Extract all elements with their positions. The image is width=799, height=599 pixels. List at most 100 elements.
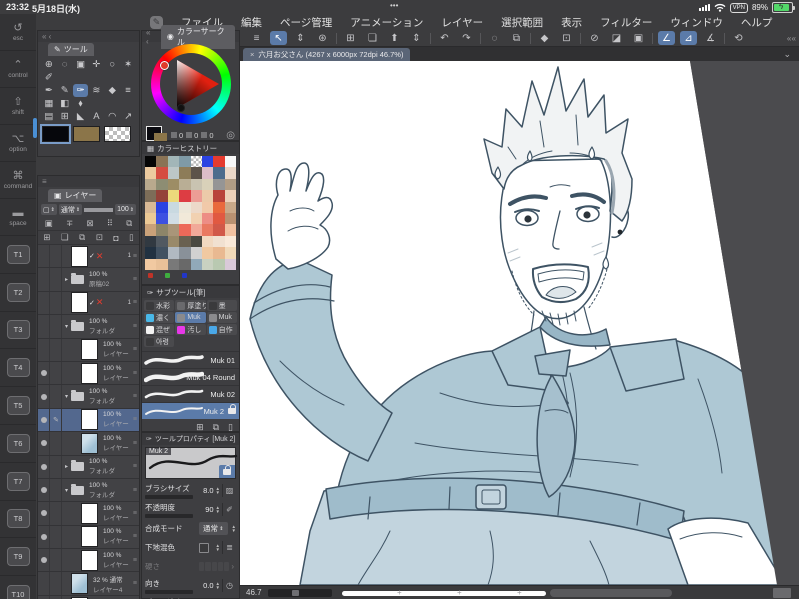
row-handle-icon[interactable]: ≡ bbox=[132, 487, 138, 494]
layer-row[interactable]: ✎ 100 % レイヤー ≡ bbox=[38, 408, 139, 433]
collapse-chevrons-icon[interactable]: « ‹ bbox=[42, 32, 51, 41]
visibility-eye-icon[interactable] bbox=[41, 533, 47, 540]
history-swatch[interactable] bbox=[201, 212, 214, 225]
rgb-dot[interactable] bbox=[148, 272, 153, 278]
history-swatch[interactable] bbox=[190, 201, 202, 213]
history-swatch[interactable] bbox=[156, 212, 168, 225]
history-swatch[interactable] bbox=[213, 212, 225, 225]
toolbar-button[interactable] bbox=[530, 32, 531, 44]
color-wheel[interactable] bbox=[150, 44, 231, 124]
toolbar-button[interactable]: ◪ bbox=[608, 31, 625, 45]
toolbar-button[interactable]: ⊛ bbox=[314, 31, 331, 45]
history-swatch[interactable] bbox=[201, 201, 214, 213]
t-shortcut-key[interactable]: T4 bbox=[0, 349, 36, 388]
layer-action-icon[interactable]: ❏ bbox=[61, 232, 69, 243]
menu-item[interactable]: ページ管理 bbox=[280, 15, 332, 30]
layer-row[interactable]: ▾ 100 % フォルダ ≡ bbox=[38, 315, 139, 339]
horizontal-scrollbar[interactable] bbox=[550, 589, 672, 597]
history-swatch[interactable] bbox=[190, 178, 202, 191]
toolbar-button[interactable]: ⇕ bbox=[292, 31, 309, 45]
history-swatch[interactable] bbox=[167, 212, 180, 225]
value-stepper[interactable]: ▲ ▼ bbox=[216, 486, 220, 495]
row-handle-icon[interactable]: ≡ bbox=[132, 323, 138, 330]
property-checkbox[interactable] bbox=[199, 542, 209, 553]
close-tab-icon[interactable]: × bbox=[250, 50, 254, 59]
history-swatch[interactable] bbox=[179, 258, 191, 270]
value-stepper[interactable]: ▲ ▼ bbox=[232, 524, 236, 533]
t-shortcut-key[interactable]: T5 bbox=[0, 387, 36, 425]
history-swatch[interactable] bbox=[224, 178, 236, 191]
sub-tool-group-tab[interactable]: 混ぜ bbox=[144, 324, 175, 335]
t-shortcut-key[interactable]: T8 bbox=[0, 501, 36, 539]
main-color-swatch[interactable] bbox=[40, 124, 71, 144]
expand-arrow-icon[interactable]: › bbox=[231, 562, 234, 571]
menu-item[interactable]: 編集 bbox=[241, 15, 262, 30]
tool-button[interactable]: ◣ bbox=[73, 110, 89, 123]
property-option-icon[interactable]: ◷ bbox=[222, 579, 236, 592]
layer-row[interactable]: 32 % 通常 レイヤー4 ≡ bbox=[38, 572, 139, 596]
layer-action-icon[interactable]: ⧉ bbox=[79, 232, 85, 243]
layer-row[interactable]: 100 % レイヤー ≡ bbox=[38, 432, 139, 456]
property-slider[interactable] bbox=[145, 513, 193, 518]
history-swatch[interactable] bbox=[145, 167, 157, 179]
tab-list-chevron-icon[interactable]: ⌄ bbox=[783, 49, 791, 60]
scrollbar-corner[interactable] bbox=[773, 588, 791, 598]
history-swatch[interactable] bbox=[167, 167, 180, 179]
property-slider[interactable] bbox=[145, 494, 193, 499]
history-swatch[interactable] bbox=[179, 190, 191, 202]
rgb-dot[interactable] bbox=[165, 272, 170, 278]
toolbar-button[interactable]: ⧉ bbox=[508, 31, 525, 45]
history-swatch[interactable] bbox=[156, 156, 168, 168]
history-swatch[interactable] bbox=[179, 224, 191, 236]
layer-action-icon[interactable]: ◘ bbox=[113, 233, 118, 243]
tool-button[interactable]: ✶ bbox=[120, 58, 136, 71]
history-swatch[interactable] bbox=[179, 212, 191, 225]
history-swatch[interactable] bbox=[156, 224, 168, 236]
tool-button[interactable]: ◌ bbox=[57, 58, 73, 71]
layer-thumbnail[interactable] bbox=[81, 526, 98, 548]
sub-tool-group-tab[interactable]: 自作 bbox=[206, 324, 237, 335]
history-swatch[interactable] bbox=[156, 235, 168, 248]
mini-slider[interactable] bbox=[268, 589, 332, 597]
visibility-eye-icon[interactable] bbox=[41, 393, 47, 400]
history-swatch[interactable] bbox=[213, 224, 225, 236]
tool-button[interactable]: ◆ bbox=[104, 84, 120, 97]
layer-action-icon[interactable]: ⧉ bbox=[126, 218, 132, 229]
history-swatch[interactable] bbox=[145, 235, 157, 248]
row-handle-icon[interactable]: ≡ bbox=[132, 370, 138, 377]
layer-row[interactable]: ▾ 100 % フォルダ ≡ bbox=[38, 385, 139, 409]
row-handle-icon[interactable]: ≡ bbox=[132, 557, 138, 564]
toolbar-button[interactable]: ⊡ bbox=[558, 31, 575, 45]
history-swatch[interactable] bbox=[190, 212, 202, 225]
toolbar-button[interactable]: ⊞ bbox=[342, 31, 359, 45]
opacity-slider[interactable] bbox=[84, 207, 114, 212]
history-swatch[interactable] bbox=[145, 224, 157, 236]
value-stepper[interactable]: ▲ ▼ bbox=[216, 581, 220, 590]
history-swatch[interactable] bbox=[224, 235, 236, 248]
tool-button[interactable]: ◧ bbox=[57, 97, 73, 110]
layer-thumbnail[interactable] bbox=[81, 549, 98, 571]
row-handle-icon[interactable]: ≡ bbox=[132, 276, 138, 283]
visibility-eye-icon[interactable] bbox=[41, 370, 47, 377]
sub-color-swatch[interactable] bbox=[73, 126, 100, 142]
row-handle-icon[interactable]: ≡ bbox=[132, 346, 138, 353]
layer-action-icon[interactable]: ⊠ bbox=[86, 218, 93, 229]
toolbar-button[interactable]: ❏ bbox=[364, 31, 381, 45]
layer-row[interactable]: ▾ 100 % フォルダ ≡ bbox=[38, 478, 139, 503]
visibility-eye-icon[interactable] bbox=[41, 557, 47, 564]
history-swatch[interactable] bbox=[179, 235, 191, 248]
history-swatch[interactable] bbox=[167, 258, 180, 270]
toolbar-button[interactable]: ▣ bbox=[630, 31, 647, 45]
history-swatch[interactable] bbox=[213, 258, 225, 270]
t-shortcut-key[interactable]: T3 bbox=[0, 312, 36, 350]
toolbar-button[interactable]: ⬆ bbox=[386, 31, 403, 45]
menu-item[interactable]: ウィンドウ bbox=[670, 15, 723, 30]
tool-button[interactable] bbox=[104, 97, 120, 110]
tool-button[interactable]: ○ bbox=[104, 58, 120, 71]
tool-button[interactable] bbox=[57, 71, 73, 84]
history-swatch[interactable] bbox=[201, 258, 214, 270]
toolbar-button[interactable]: ⊘ bbox=[586, 31, 603, 45]
history-swatch[interactable] bbox=[201, 190, 214, 202]
visibility-eye-icon[interactable] bbox=[41, 416, 47, 423]
layer-thumbnail[interactable] bbox=[81, 339, 98, 361]
